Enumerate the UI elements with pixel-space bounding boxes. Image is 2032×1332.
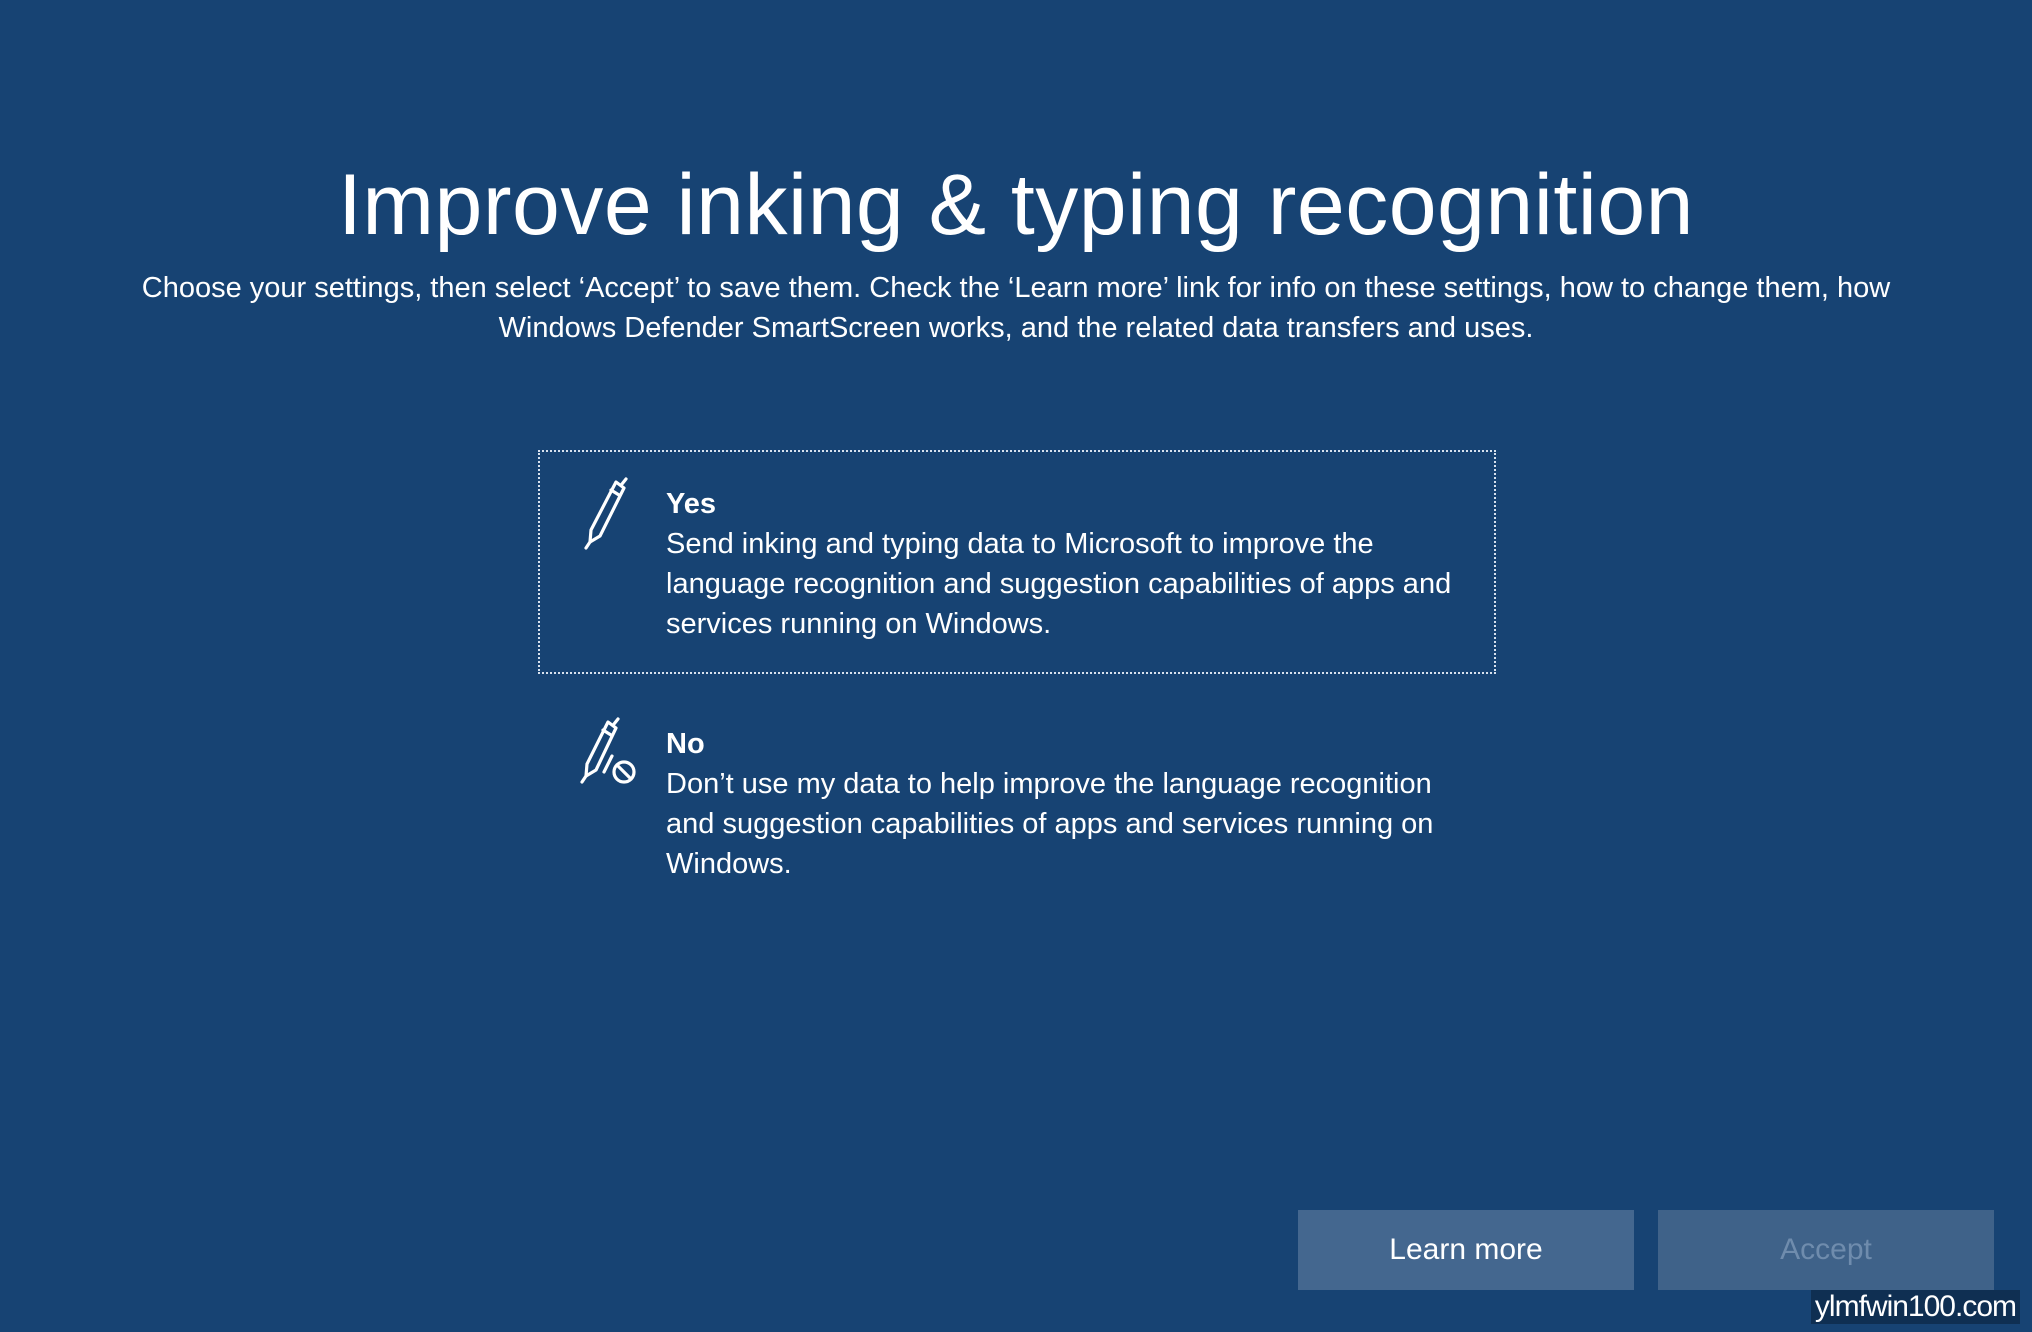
option-yes-label: Yes <box>666 488 716 520</box>
pen-icon <box>578 476 640 550</box>
pen-blocked-icon <box>578 716 640 790</box>
option-no-description: Don’t use my data to help improve the la… <box>666 768 1434 880</box>
oobe-privacy-page: Improve inking & typing recognition Choo… <box>0 0 2032 1332</box>
page-title: Improve inking & typing recognition <box>337 157 1694 253</box>
option-no-label: No <box>666 728 705 760</box>
option-no[interactable]: No Don’t use my data to help improve the… <box>538 690 1496 890</box>
page-description: Choose your settings, then select ‘Accep… <box>141 272 1891 344</box>
learn-more-button[interactable]: Learn more <box>1298 1210 1634 1290</box>
option-yes[interactable]: Yes Send inking and typing data to Micro… <box>538 450 1496 674</box>
option-yes-description: Send inking and typing data to Microsoft… <box>666 528 1452 640</box>
accept-button[interactable]: Accept <box>1658 1210 1994 1290</box>
watermark-text: ylmfwin100.com <box>1810 1290 2020 1324</box>
